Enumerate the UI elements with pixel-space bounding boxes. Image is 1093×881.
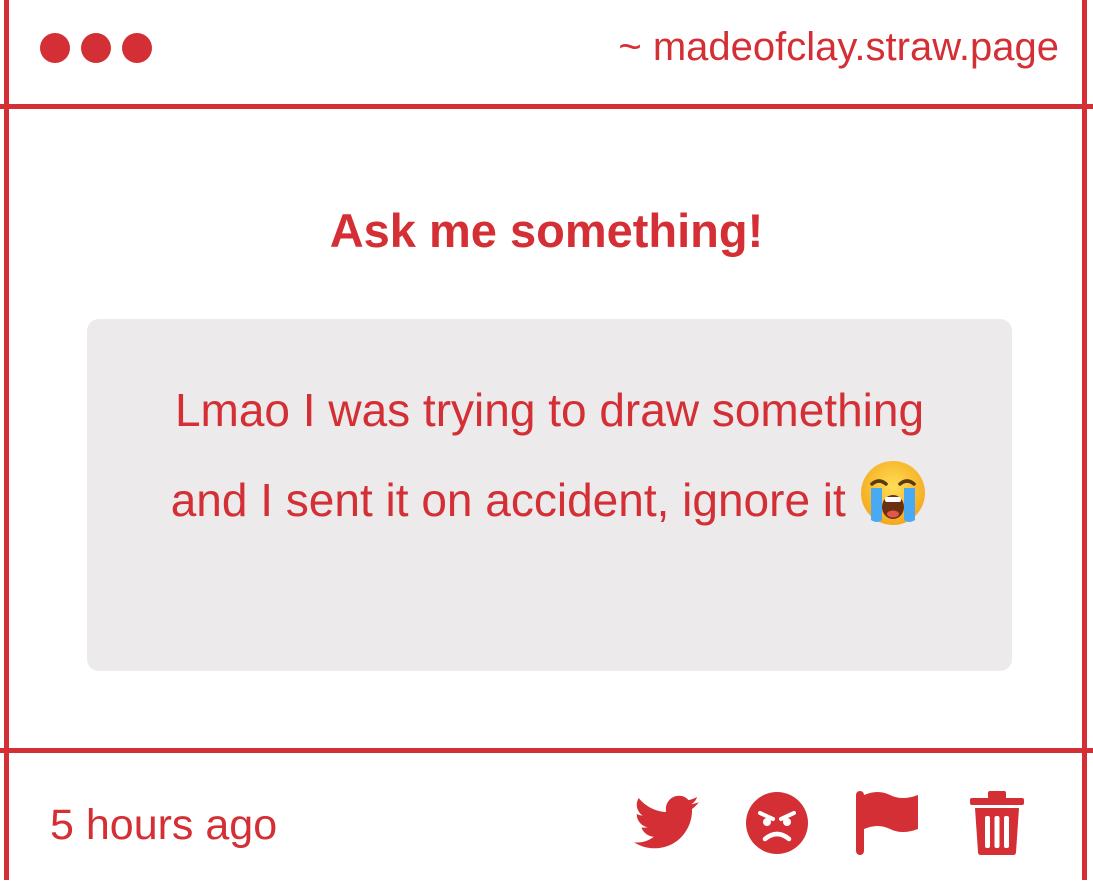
title-bar: ~ madeofclay.straw.page	[0, 0, 1093, 109]
window-dot-icon	[40, 33, 70, 63]
window-dot-icon	[122, 33, 152, 63]
flag-icon	[854, 789, 920, 857]
twitter-icon	[634, 795, 700, 851]
message-card: Lmao I was trying to draw something and …	[87, 319, 1012, 671]
trash-icon	[968, 790, 1026, 856]
action-toolbar	[633, 789, 1031, 857]
angry-face-icon	[745, 791, 809, 855]
page-url[interactable]: ~ madeofclay.straw.page	[618, 22, 1059, 72]
twitter-share-button[interactable]	[633, 789, 701, 857]
main-content: Ask me something! Lmao I was trying to d…	[0, 109, 1093, 749]
window-controls	[40, 33, 152, 63]
footer-bar: 5 hours ago	[0, 748, 1093, 881]
page-title: Ask me something!	[329, 204, 764, 257]
report-abuse-button[interactable]	[743, 789, 811, 857]
timestamp: 5 hours ago	[50, 801, 278, 849]
delete-button[interactable]	[963, 789, 1031, 857]
window-dot-icon	[81, 33, 111, 63]
loudly-crying-face-emoji-icon	[858, 458, 928, 528]
flag-button[interactable]	[853, 789, 921, 857]
message-text: Lmao I was trying to draw something and …	[170, 384, 925, 526]
